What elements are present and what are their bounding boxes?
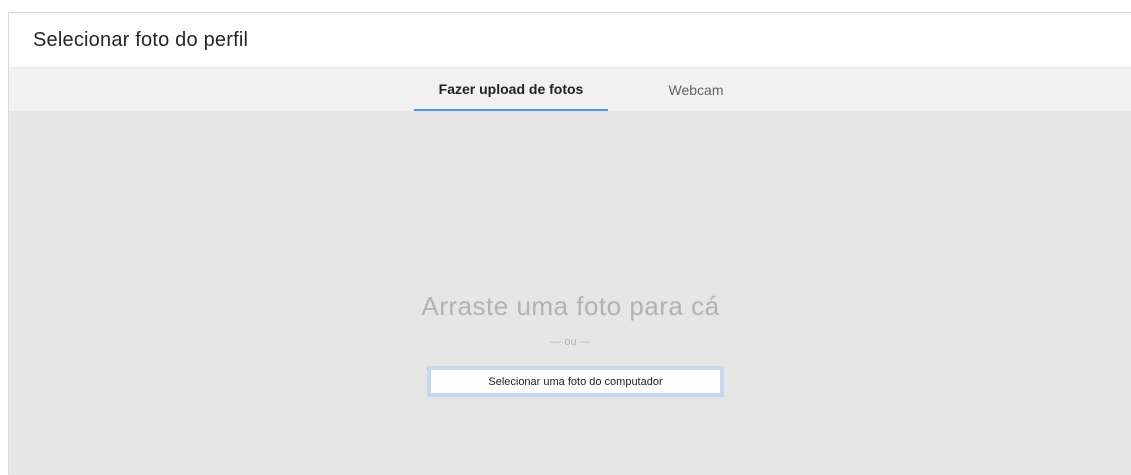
tab-webcam[interactable]: Webcam — [649, 68, 743, 111]
drop-prompt: Arraste uma foto para cá — [421, 291, 720, 321]
tab-upload-photos[interactable]: Fazer upload de fotos — [414, 68, 608, 111]
dialog-title: Selecionar foto do perfil — [33, 28, 249, 51]
tab-bar: Fazer upload de fotos Webcam — [9, 67, 1131, 111]
dialog-header: Selecionar foto do perfil — [9, 13, 1131, 67]
or-separator: — ou — — [550, 336, 591, 348]
select-photo-from-computer-button[interactable]: Selecionar uma foto do computador — [427, 366, 724, 397]
profile-photo-dialog: Selecionar foto do perfil Fazer upload d… — [8, 12, 1131, 475]
photo-drop-zone[interactable]: Arraste uma foto para cá — ou — Selecion… — [9, 111, 1131, 475]
